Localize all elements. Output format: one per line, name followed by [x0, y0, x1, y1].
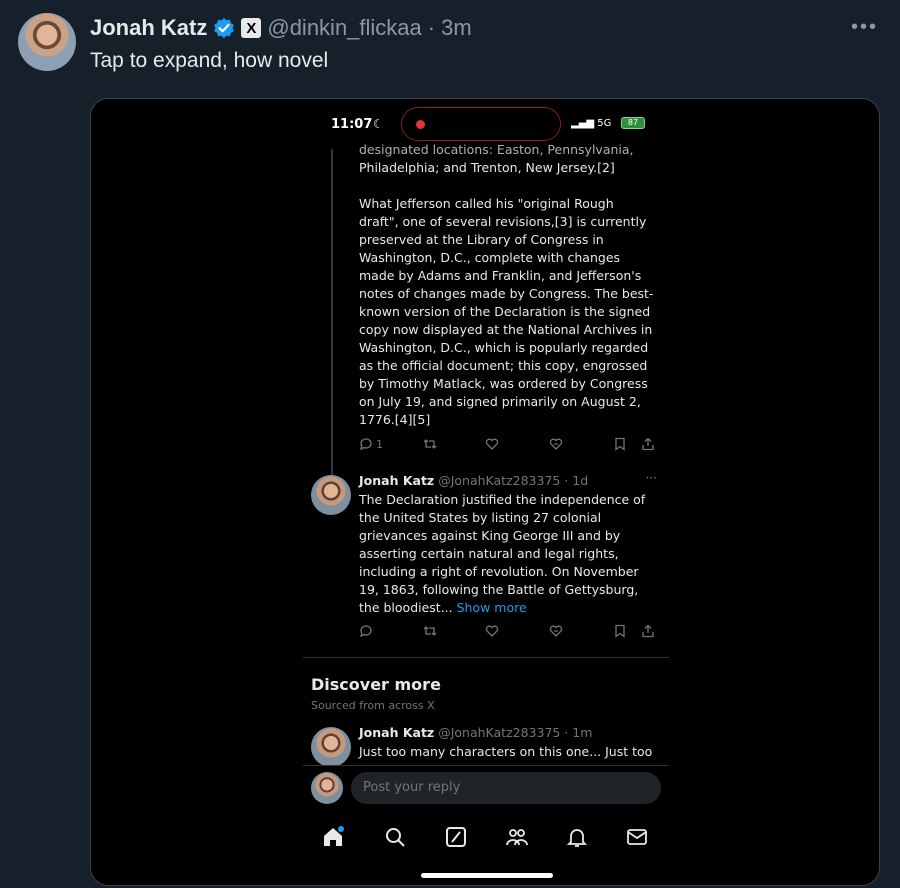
more-options-icon[interactable]: ••• — [851, 16, 878, 39]
home-indicator — [421, 873, 553, 878]
search-icon[interactable] — [383, 825, 407, 849]
reply-author-name[interactable]: Jonah Katz — [359, 473, 434, 488]
share-icon — [642, 437, 654, 451]
reply-action[interactable]: 1 — [359, 437, 383, 451]
share-icon — [642, 624, 654, 638]
discover-handle[interactable]: @JonahKatz283375 — [438, 725, 560, 740]
tweet-clip-line: Philadelphia; and Trenton, New Jersey.[2… — [359, 160, 615, 175]
bookmark-icon — [615, 624, 625, 638]
dynamic-island — [401, 107, 561, 141]
bookmark-action[interactable] — [613, 624, 627, 638]
reply-input[interactable] — [351, 772, 661, 804]
battery-level: 87 — [627, 118, 639, 127]
reply-avatar[interactable] — [311, 475, 351, 515]
grok-heart-icon — [549, 625, 563, 637]
post: Jonah Katz X @dinkin_flickaa · 3m ••• Ta… — [0, 0, 900, 888]
x-affiliate-badge: X — [241, 18, 262, 38]
verified-badge-icon — [214, 18, 235, 38]
messages-icon[interactable] — [625, 825, 649, 849]
views-action[interactable] — [549, 437, 563, 451]
moon-icon: ☾ — [373, 117, 384, 131]
like-action[interactable] — [485, 437, 499, 451]
tweet-actions: 1 — [359, 434, 659, 454]
tweet-paragraph: What Jefferson called his "original Roug… — [359, 196, 654, 427]
repost-icon — [423, 626, 437, 636]
share-action[interactable] — [641, 624, 655, 638]
discover-header: Jonah Katz @JonahKatz283375 · 1m — [359, 725, 592, 740]
bookmark-icon — [615, 437, 625, 451]
reply-icon — [359, 438, 372, 451]
tweet-clip-line: designated locations: Easton, Pennsylvan… — [359, 142, 634, 157]
discover-time: · 1m — [564, 725, 593, 740]
post-header: Jonah Katz X @dinkin_flickaa · 3m — [90, 14, 472, 42]
reply-actions — [359, 621, 659, 641]
grok-icon[interactable] — [444, 825, 468, 849]
status-time: 11:07 — [331, 117, 373, 132]
grok-heart-icon — [549, 438, 563, 450]
show-more-link[interactable]: Show more — [457, 600, 527, 615]
discover-avatar[interactable] — [311, 727, 351, 767]
views-action[interactable] — [549, 624, 563, 638]
discover-author-name[interactable]: Jonah Katz — [359, 725, 434, 740]
home-icon[interactable] — [321, 825, 345, 849]
repost-action[interactable] — [423, 437, 437, 451]
communities-icon[interactable] — [505, 825, 529, 849]
discover-text: Just too many characters on this one... … — [359, 744, 653, 759]
share-action[interactable] — [641, 437, 655, 451]
reply-bar — [303, 765, 669, 813]
thread-line — [331, 149, 333, 479]
author-handle[interactable]: @dinkin_flickaa — [267, 15, 421, 41]
discover-subtitle: Sourced from across X — [311, 699, 435, 712]
repost-action[interactable] — [423, 624, 437, 638]
reply-text: The Declaration justified the independen… — [359, 491, 655, 617]
discover-title: Discover more — [311, 675, 441, 694]
tweet-clipped-text: designated locations: Easton, Pennsylvan… — [359, 141, 655, 177]
reply-handle[interactable]: @JonahKatz283375 — [438, 473, 560, 488]
signal-icon: ▂▄▆ 5G — [571, 118, 612, 129]
like-action[interactable] — [485, 624, 499, 638]
like-icon — [485, 625, 499, 637]
reply-header: Jonah Katz @JonahKatz283375 · 1d — [359, 473, 588, 488]
reply-more-icon[interactable]: ··· — [646, 471, 657, 485]
network-label: 5G — [597, 118, 612, 129]
post-text: Tap to expand, how novel — [90, 49, 329, 72]
like-icon — [485, 438, 499, 450]
bookmark-action[interactable] — [613, 437, 627, 451]
reply-action[interactable] — [359, 624, 373, 638]
current-user-avatar — [311, 772, 343, 804]
reply-body: The Declaration justified the independen… — [359, 492, 646, 615]
reply-icon — [359, 625, 372, 638]
notifications-icon[interactable] — [565, 825, 589, 849]
repost-icon — [423, 439, 437, 449]
post-media[interactable]: 11:07 ☾ ▂▄▆ 5G 87 designated locations: … — [90, 98, 880, 886]
battery-icon: 87 — [621, 117, 645, 129]
reply-time: · 1d — [564, 473, 589, 488]
reply-count: 1 — [376, 437, 383, 451]
author-name[interactable]: Jonah Katz — [90, 15, 207, 41]
recording-dot-icon — [416, 120, 425, 129]
phone-screenshot: 11:07 ☾ ▂▄▆ 5G 87 designated locations: … — [303, 101, 669, 885]
separator-dot: · — [427, 15, 436, 40]
author-avatar[interactable] — [18, 13, 76, 71]
post-time[interactable]: 3m — [441, 15, 472, 41]
bottom-tab-bar — [303, 813, 669, 863]
section-divider — [303, 657, 669, 658]
